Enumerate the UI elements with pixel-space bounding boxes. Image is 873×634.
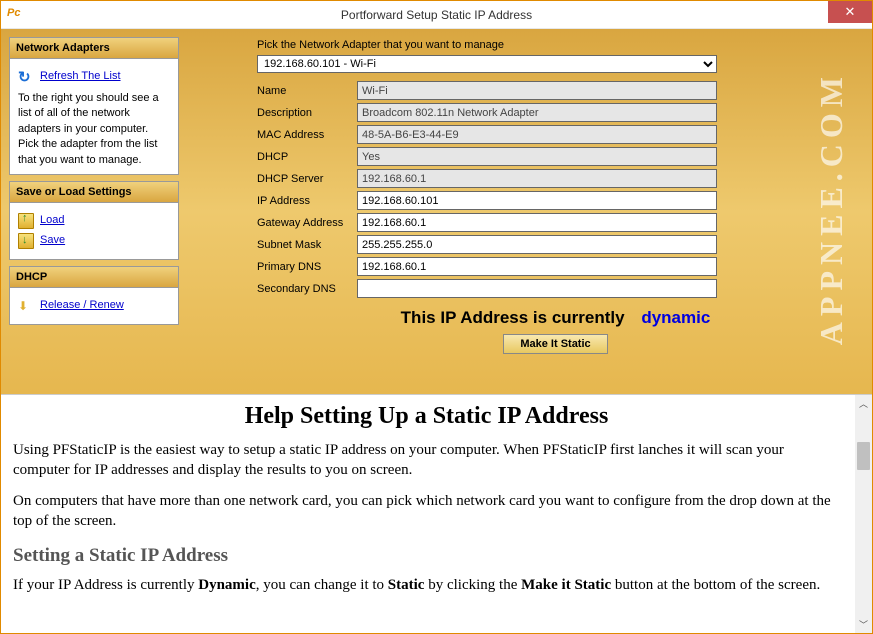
close-button[interactable]: ✕ <box>828 1 872 23</box>
dhcp-server-field <box>357 169 717 188</box>
label-dns2: Secondary DNS <box>257 283 357 295</box>
refresh-row: Refresh The List <box>18 69 170 85</box>
panel-header: Save or Load Settings <box>10 182 178 203</box>
make-static-button[interactable]: Make It Static <box>503 334 607 354</box>
label-dns1: Primary DNS <box>257 261 357 273</box>
scroll-up-button[interactable]: ︿ <box>855 395 872 412</box>
label-subnet: Subnet Mask <box>257 239 357 251</box>
label-description: Description <box>257 107 357 119</box>
release-icon <box>18 298 34 314</box>
status-prefix: This IP Address is currently <box>401 308 625 327</box>
status-line: This IP Address is currently dynamic <box>257 308 854 328</box>
help-content: Help Setting Up a Static IP Address Usin… <box>1 395 872 633</box>
label-dhcp: DHCP <box>257 151 357 163</box>
scroll-down-button[interactable]: ﹀ <box>855 616 872 633</box>
app-icon: Pc <box>7 7 23 23</box>
name-field <box>357 81 717 100</box>
help-area: Help Setting Up a Static IP Address Usin… <box>1 394 872 633</box>
scroll-thumb[interactable] <box>857 442 870 470</box>
panel-body: Refresh The List To the right you should… <box>10 59 178 174</box>
panel-header: Network Adapters <box>10 38 178 59</box>
adapters-help-text: To the right you should see a list of al… <box>18 91 170 168</box>
help-p2: On computers that have more than one net… <box>13 491 840 532</box>
content-area: APPNEE.COM Pick the Network Adapter that… <box>187 37 864 386</box>
titlebar: Pc Portforward Setup Static IP Address ✕ <box>1 1 872 29</box>
app-window: Pc Portforward Setup Static IP Address ✕… <box>0 0 873 634</box>
mac-field <box>357 125 717 144</box>
adapter-select[interactable]: 192.168.60.101 - Wi-Fi <box>257 55 717 73</box>
ip-field[interactable] <box>357 191 717 210</box>
save-row: Save <box>18 233 170 249</box>
label-ip: IP Address <box>257 195 357 207</box>
panel-save-load: Save or Load Settings Load Save <box>9 181 179 260</box>
help-p3: If your IP Address is currently Dynamic,… <box>13 575 840 595</box>
load-link[interactable]: Load <box>40 213 64 228</box>
panel-network-adapters: Network Adapters Refresh The List To the… <box>9 37 179 175</box>
dns2-field[interactable] <box>357 279 717 298</box>
label-name: Name <box>257 85 357 97</box>
panel-body: Load Save <box>10 203 178 259</box>
window-title: Portforward Setup Static IP Address <box>1 8 872 22</box>
help-p1: Using PFStaticIP is the easiest way to s… <box>13 440 840 481</box>
release-row: Release / Renew <box>18 298 170 314</box>
main-area: Network Adapters Refresh The List To the… <box>1 29 872 394</box>
folder-save-icon <box>18 233 34 249</box>
scroll-track[interactable] <box>855 412 872 616</box>
load-row: Load <box>18 213 170 229</box>
close-icon: ✕ <box>845 4 856 20</box>
panel-dhcp: DHCP Release / Renew <box>9 266 179 325</box>
refresh-link[interactable]: Refresh The List <box>40 69 121 84</box>
description-field <box>357 103 717 122</box>
label-dhcp-server: DHCP Server <box>257 173 357 185</box>
dns1-field[interactable] <box>357 257 717 276</box>
gateway-field[interactable] <box>357 213 717 232</box>
label-mac: MAC Address <box>257 129 357 141</box>
refresh-icon <box>18 69 34 85</box>
help-title: Help Setting Up a Static IP Address <box>13 403 840 430</box>
help-h2: Setting a Static IP Address <box>13 545 840 567</box>
scrollbar[interactable]: ︿ ﹀ <box>855 395 872 633</box>
release-renew-link[interactable]: Release / Renew <box>40 298 124 313</box>
subnet-field[interactable] <box>357 235 717 254</box>
label-gateway: Gateway Address <box>257 217 357 229</box>
dhcp-field <box>357 147 717 166</box>
panel-header: DHCP <box>10 267 178 288</box>
panel-body: Release / Renew <box>10 288 178 324</box>
save-link[interactable]: Save <box>40 233 65 248</box>
sidebar: Network Adapters Refresh The List To the… <box>9 37 179 386</box>
status-value: dynamic <box>641 308 710 327</box>
adapter-prompt: Pick the Network Adapter that you want t… <box>257 39 854 51</box>
folder-open-icon <box>18 213 34 229</box>
